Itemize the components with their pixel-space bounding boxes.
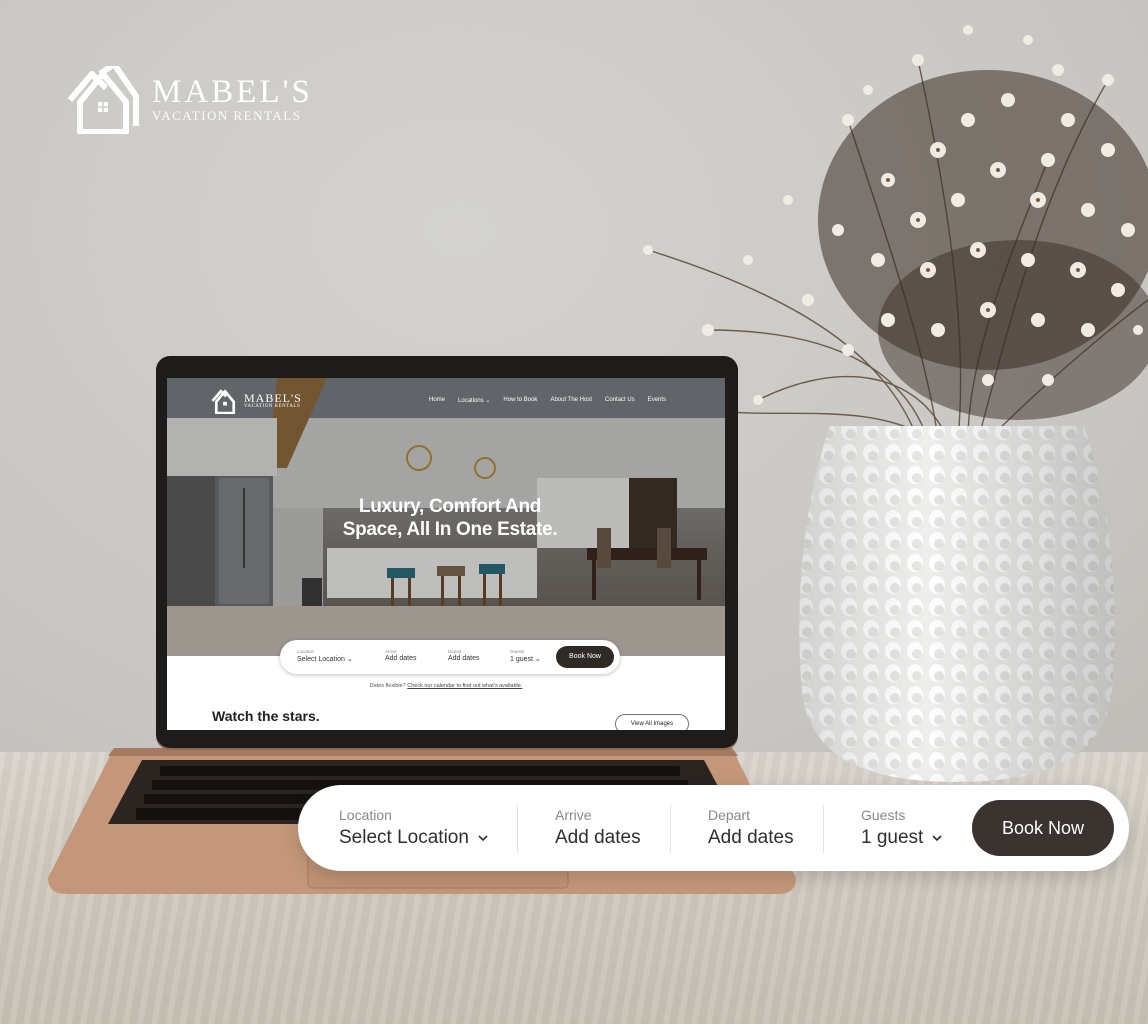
divider <box>517 805 518 853</box>
nav-locations[interactable]: Locations ⌄ <box>458 397 490 404</box>
site-arrive-label: Arrive <box>385 649 397 654</box>
site-book-now-button[interactable]: Book Now <box>556 646 614 668</box>
divider <box>823 805 824 853</box>
site-arrive-field[interactable]: Arrive Add dates <box>385 649 417 662</box>
booking-bar: Location Select Location Arrive Add date… <box>298 785 1129 871</box>
depart-field[interactable]: Depart Add dates <box>708 807 794 849</box>
site-depart-label: Depart <box>448 649 462 654</box>
site-location-field[interactable]: Location Select Location ⌄ <box>297 649 353 663</box>
site-guests-field[interactable]: Guests 1 guest ⌄ <box>510 649 541 663</box>
nav-how-to-book[interactable]: How to Book <box>503 397 537 404</box>
book-now-button[interactable]: Book Now <box>972 800 1114 856</box>
nav-home[interactable]: Home <box>429 397 445 404</box>
nav-about-host[interactable]: About The Host <box>550 397 592 404</box>
house-logo-icon <box>211 389 236 414</box>
site-arrive-value: Add dates <box>385 655 417 662</box>
site-depart-value: Add dates <box>448 655 480 662</box>
guests-value: 1 guest <box>861 827 924 848</box>
site-depart-field[interactable]: Depart Add dates <box>448 649 480 662</box>
flexible-dates-note: Dates flexible? Check our calendar to fi… <box>167 683 725 689</box>
brand-logo: MABEL'S VACATION RENTALS <box>66 66 310 136</box>
house-logo-icon <box>67 66 139 134</box>
site-guests-label: Guests <box>510 649 525 654</box>
site-location-label: Location <box>297 649 315 654</box>
section-title: Watch the stars. <box>212 708 320 724</box>
flexible-dates-text: Dates flexible? <box>369 683 406 689</box>
laptop-screen: MABEL'S VACATION RENTALS Home Locations … <box>167 378 725 730</box>
guests-field[interactable]: Guests 1 guest <box>861 807 943 849</box>
chevron-down-icon: ⌄ <box>346 656 353 663</box>
chevron-down-icon: ⌄ <box>534 656 541 663</box>
chevron-down-icon: ⌄ <box>485 398 491 404</box>
guests-label: Guests <box>861 807 906 823</box>
depart-label: Depart <box>708 807 751 823</box>
divider <box>670 805 671 853</box>
location-label: Location <box>339 807 392 823</box>
site-nav: Home Locations ⌄ How to Book About The H… <box>429 397 666 404</box>
site-logo[interactable]: MABEL'S VACATION RENTALS <box>211 388 311 414</box>
location-value: Select Location <box>339 827 469 848</box>
site-hero: MABEL'S VACATION RENTALS Home Locations … <box>167 378 725 656</box>
arrive-field[interactable]: Arrive Add dates <box>555 807 641 849</box>
nav-events[interactable]: Events <box>648 397 666 404</box>
calendar-link[interactable]: Check our calendar to find out what's av… <box>407 683 522 689</box>
chevron-down-icon <box>478 835 488 842</box>
view-all-images-button[interactable]: View All Images <box>615 714 689 730</box>
location-field[interactable]: Location Select Location <box>339 807 489 849</box>
arrive-value: Add dates <box>555 827 641 848</box>
arrive-label: Arrive <box>555 807 592 823</box>
chevron-down-icon <box>932 835 942 842</box>
nav-contact[interactable]: Contact Us <box>605 397 635 404</box>
brand-tagline: VACATION RENTALS <box>152 108 302 123</box>
depart-value: Add dates <box>708 827 794 848</box>
hero-title: Luxury, Comfort And Space, All In One Es… <box>342 496 558 540</box>
site-guests-value: 1 guest <box>510 656 533 663</box>
site-brand-tagline: VACATION RENTALS <box>244 404 301 409</box>
site-location-value: Select Location <box>297 656 345 663</box>
site-booking-bar: Location Select Location ⌄ Arrive Add da… <box>280 640 620 674</box>
nav-locations-label: Locations <box>458 398 484 404</box>
brand-name: MABEL'S <box>152 74 313 110</box>
white-vase-image <box>799 426 1115 782</box>
